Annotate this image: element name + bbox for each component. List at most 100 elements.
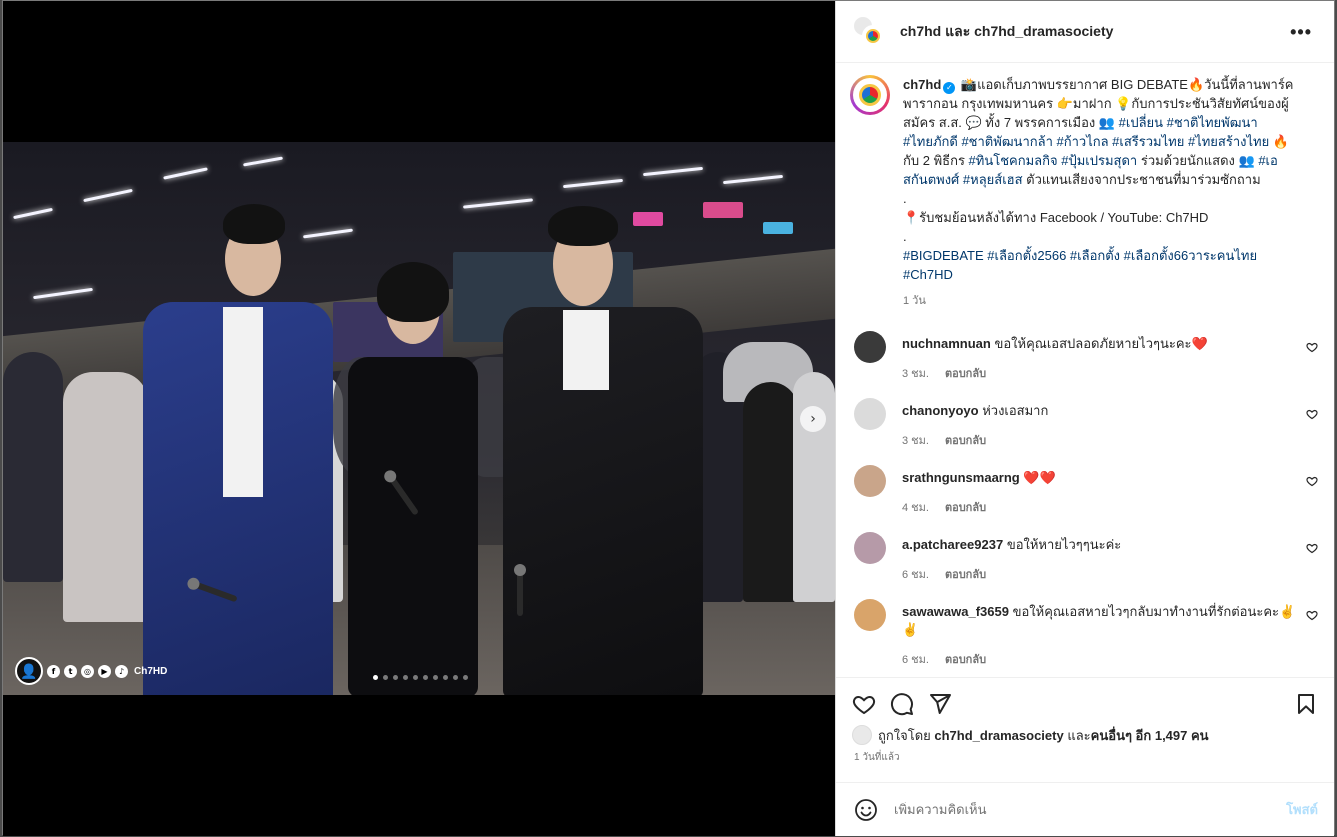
share-icon[interactable]	[928, 692, 952, 716]
avatar[interactable]	[854, 599, 886, 631]
post-actions: ถูกใจโดย ch7hd_dramasociety และคนอื่นๆ อ…	[836, 677, 1334, 781]
caption-body: ch7hd ✓ 📸แอดเก็บภาพบรรยากาศ BIG DEBATE🔥วั…	[903, 75, 1308, 311]
ch7-logo	[866, 28, 880, 43]
comment-item: nuchnamnuan ขอให้คุณเอสปลอดภัยหายไวๆนะคะ…	[836, 323, 1334, 390]
likes-summary: ถูกใจโดย ch7hd_dramasociety และคนอื่นๆ อ…	[836, 722, 1334, 748]
youtube-icon: ▶	[98, 664, 111, 678]
facebook-icon: f	[47, 664, 60, 678]
liked-by-user[interactable]: ch7hd_dramasociety	[934, 728, 1063, 743]
comment-time[interactable]: 6 ชม.	[902, 651, 929, 669]
hashtag-link[interactable]: #BIGDEBATE #เลือกตั้ง2566 #เลือกตั้ง #เล…	[903, 246, 1308, 265]
caption-time[interactable]: 1 วัน	[903, 292, 1308, 311]
carousel-dot	[443, 675, 448, 680]
caption-username[interactable]: ch7hd	[903, 77, 941, 92]
caption-text: ร่วมด้วยนักแสดง 👥	[1137, 153, 1259, 168]
ceiling-light	[463, 198, 533, 209]
avatar	[852, 725, 872, 745]
ceiling-light	[83, 188, 133, 203]
ceiling-light	[303, 228, 353, 239]
hashtag-link[interactable]: สกันตพงศ์ #หลุยส์เฮส	[903, 172, 1023, 187]
comment-username[interactable]: nuchnamnuan	[902, 336, 991, 351]
reply-button[interactable]: ตอบกลับ	[945, 432, 986, 450]
heart-icon[interactable]	[1306, 341, 1318, 353]
instagram-icon: ◎	[81, 664, 94, 678]
post-modal: 👤 f t ◎ ▶ ♪ Ch7HD › ch7hd และ ch7hd_dram…	[2, 0, 1335, 836]
hashtag-link[interactable]: #ไทยภักดี #ชาติพัฒนากล้า #ก้าวไกล #เสรีร…	[903, 134, 1289, 149]
avatar[interactable]	[854, 398, 886, 430]
post-header: ch7hd และ ch7hd_dramasociety •••	[836, 1, 1334, 63]
emoji-icon[interactable]	[854, 798, 878, 822]
collab-avatars[interactable]	[852, 14, 886, 49]
ch7-logo	[859, 84, 881, 106]
reply-button[interactable]: ตอบกลับ	[945, 365, 986, 383]
chevron-right-icon[interactable]: ›	[800, 406, 826, 432]
carousel-dot	[403, 675, 408, 680]
likes-middle: และ	[1063, 727, 1091, 743]
hashtag-link[interactable]: #Ch7HD	[903, 265, 1308, 284]
post-button[interactable]: โพสต์	[1286, 799, 1318, 820]
carousel-dot	[373, 675, 378, 680]
comment-body: chanonyoyo ห่วงเอสมาก 3 ชม. ตอบกลับ	[902, 390, 1302, 457]
post-author-names[interactable]: ch7hd และ ch7hd_dramasociety	[900, 21, 1113, 43]
neon-sign	[703, 202, 743, 218]
comment-body: srathngunsmaarng ❤️❤️ 4 ชม. ตอบกลับ	[902, 457, 1302, 524]
comment-text: ห่วงเอสมาก	[982, 403, 1049, 418]
comment-time[interactable]: 3 ชม.	[902, 365, 929, 383]
carousel-dot	[453, 675, 458, 680]
crowd-person	[63, 372, 148, 622]
comment-list: nuchnamnuan ขอให้คุณเอสปลอดภัยหายไวๆนะคะ…	[836, 323, 1334, 666]
bookmark-icon[interactable]	[1294, 692, 1318, 716]
comment-icon[interactable]	[890, 692, 914, 716]
neon-sign	[633, 212, 663, 226]
caption-text: 📸แอดเก็บภาพบรรยากาศ BIG DEBATE🔥วันนี้ที่…	[960, 77, 1294, 92]
caption-text: กับ 2 พิธีกร	[903, 153, 969, 168]
comment-username[interactable]: sawawawa_f3659	[902, 604, 1009, 619]
hashtag-link[interactable]: #เอ	[1258, 153, 1277, 168]
comment-input[interactable]	[894, 802, 1287, 817]
comment-username[interactable]: srathngunsmaarng	[902, 470, 1020, 485]
caption-text: สมัคร ส.ส. 💬 ทั้ง 7 พรรคการเมือง 👥	[903, 115, 1119, 130]
neon-sign	[763, 222, 793, 234]
post-side-panel: ch7hd และ ch7hd_dramasociety ••• ch7hd ✓ …	[835, 1, 1334, 836]
tiktok-icon: ♪	[115, 664, 128, 678]
heart-icon[interactable]	[1306, 475, 1318, 487]
comment-username[interactable]: a.patcharee9237	[902, 537, 1003, 552]
user-icon: 👤	[15, 657, 43, 685]
reply-button[interactable]: ตอบกลับ	[945, 566, 986, 584]
caption-text: 📍รับชมย้อนหลังได้ทาง Facebook / YouTube:…	[903, 210, 1209, 225]
hashtag-link[interactable]: #ทินโชคกมลกิจ #ปุ้มเปรมสุดา	[969, 153, 1138, 168]
post-time[interactable]: 1 วันที่แล้ว	[836, 748, 1334, 765]
channel-watermark: 👤 f t ◎ ▶ ♪ Ch7HD	[15, 656, 167, 686]
post-photo[interactable]	[3, 142, 835, 695]
ceiling-light	[163, 167, 208, 180]
comment-time[interactable]: 3 ชม.	[902, 432, 929, 450]
carousel-dot	[383, 675, 388, 680]
ceiling-light	[563, 178, 623, 189]
reply-button[interactable]: ตอบกลับ	[945, 651, 986, 669]
carousel-dots	[373, 675, 468, 680]
carousel-dot	[423, 675, 428, 680]
likes-others-link[interactable]: คนอื่นๆ อีก 1,497 คน	[1091, 728, 1209, 743]
hashtag-link[interactable]: #เปลี่ยน #ชาติไทยพัฒนา	[1119, 115, 1258, 130]
post-media: 👤 f t ◎ ▶ ♪ Ch7HD ›	[3, 1, 835, 836]
comment-item: sawawawa_f3659 ขอให้คุณเอสหายไวๆกลับมาทำ…	[836, 591, 1334, 666]
avatar[interactable]	[854, 532, 886, 564]
comment-time[interactable]: 4 ชม.	[902, 499, 929, 517]
avatar[interactable]	[854, 331, 886, 363]
crowd-person	[3, 352, 63, 582]
crowd-person	[743, 382, 798, 602]
comments-scroll[interactable]: ch7hd ✓ 📸แอดเก็บภาพบรรยากาศ BIG DEBATE🔥วั…	[836, 63, 1334, 676]
comment-body: nuchnamnuan ขอให้คุณเอสปลอดภัยหายไวๆนะคะ…	[902, 323, 1302, 390]
comment-username[interactable]: chanonyoyo	[902, 403, 979, 418]
heart-icon[interactable]	[1306, 609, 1318, 621]
more-icon[interactable]: •••	[1290, 22, 1312, 43]
heart-icon[interactable]	[852, 692, 876, 716]
comment-time[interactable]: 6 ชม.	[902, 566, 929, 584]
heart-icon[interactable]	[1306, 408, 1318, 420]
avatar[interactable]	[850, 75, 890, 115]
heart-icon[interactable]	[1306, 542, 1318, 554]
reply-button[interactable]: ตอบกลับ	[945, 499, 986, 517]
avatar[interactable]	[854, 465, 886, 497]
carousel-dot	[433, 675, 438, 680]
comment-text: ขอให้คุณเอสปลอดภัยหายไวๆนะคะ❤️	[994, 336, 1208, 351]
